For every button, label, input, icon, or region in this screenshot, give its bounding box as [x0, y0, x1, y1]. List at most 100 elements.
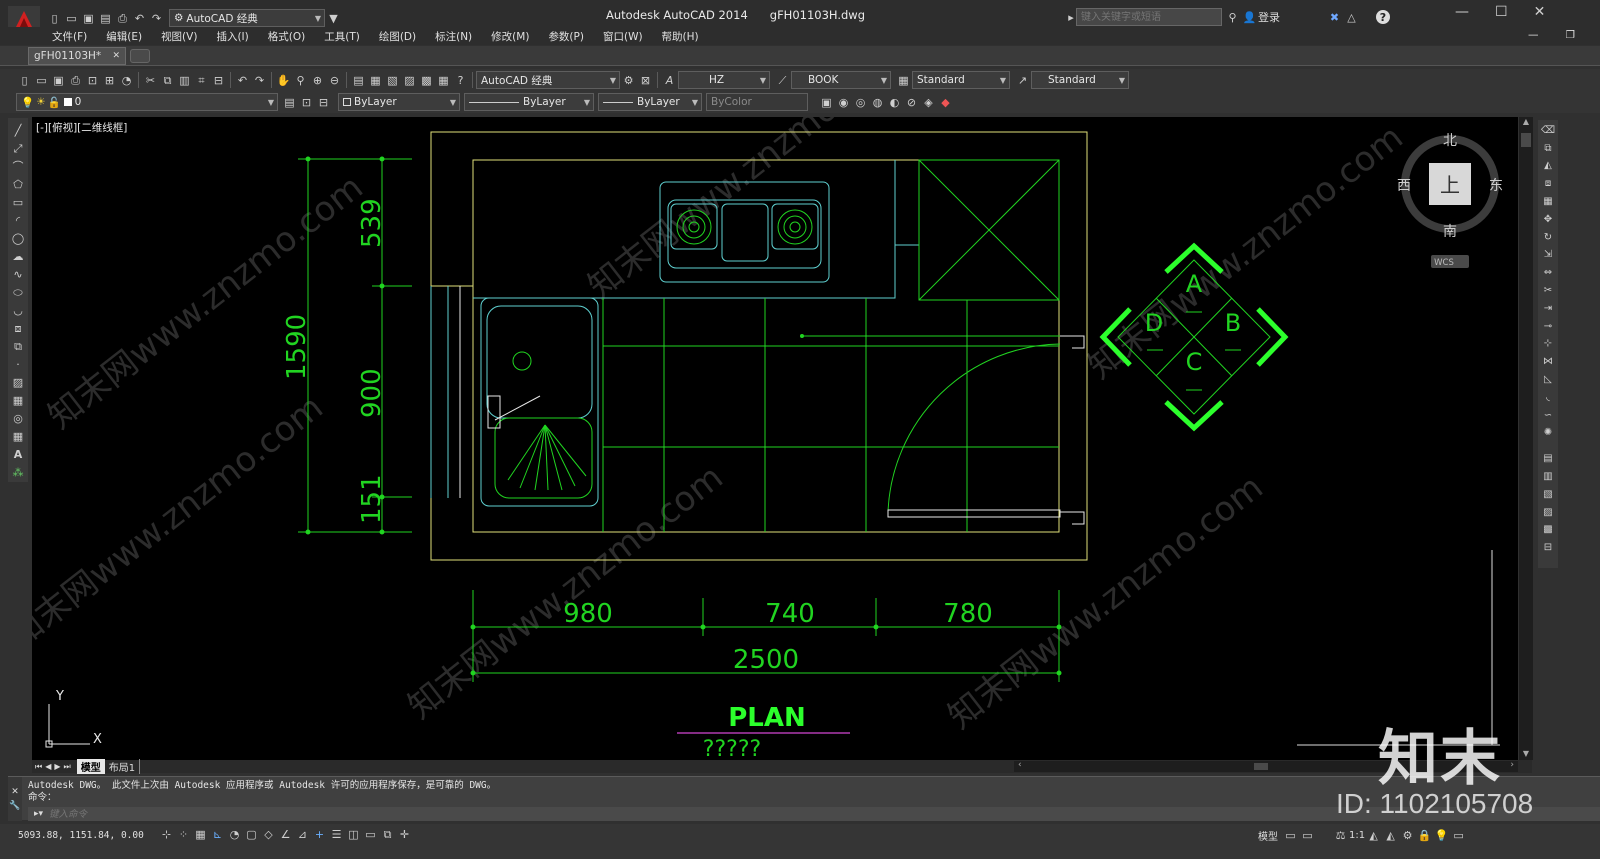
infer-constraints-icon[interactable]: ⊹ [158, 826, 175, 843]
grid-icon[interactable]: ▦ [192, 826, 209, 843]
erase-icon[interactable]: ⌫ [1540, 122, 1557, 140]
scale-icon[interactable]: ⇲ [1540, 247, 1557, 265]
view-icon-6[interactable]: ⊘ [903, 94, 920, 111]
multileader-style-icon[interactable]: ↗ [1014, 72, 1031, 89]
viewcube-north[interactable]: 北 [1443, 133, 1457, 149]
sc-icon[interactable]: ⧉ [379, 826, 396, 843]
rotate-icon[interactable]: ↻ [1540, 229, 1557, 247]
draworder-icon-1[interactable]: ▤ [1540, 450, 1557, 468]
close-icon[interactable]: ✕ [1534, 4, 1546, 20]
redo-icon[interactable]: ↷ [251, 72, 268, 89]
circle-icon[interactable]: ◯ [10, 229, 27, 247]
draworder-icon-3[interactable]: ▧ [1540, 486, 1557, 504]
text-style-icon[interactable]: A [661, 72, 678, 89]
save-icon[interactable]: ▣ [50, 72, 67, 89]
coordinates[interactable]: 5093.88, 1151.84, 0.00 [18, 830, 144, 841]
copy-icon[interactable]: ⧉ [159, 72, 176, 89]
zoom-window-icon[interactable]: ⊕ [309, 72, 326, 89]
menu-item-parametric[interactable]: 参数(P) [548, 29, 584, 44]
annotation-scale-icon[interactable]: ⚖ [1332, 827, 1349, 844]
maximize-icon[interactable]: ☐ [1495, 4, 1508, 20]
next-layout-icon[interactable]: ▶ [54, 762, 60, 771]
redo-icon[interactable]: ↷ [148, 10, 165, 27]
break-point-icon[interactable]: ⊸ [1540, 318, 1557, 336]
multileader-style-combo[interactable]: Standard ▼ [1031, 71, 1129, 89]
break-icon[interactable]: ⊹ [1540, 336, 1557, 354]
view-icon-1[interactable]: ▣ [818, 94, 835, 111]
3d-dwf-icon[interactable]: ◔ [118, 72, 135, 89]
view-icon-7[interactable]: ◈ [920, 94, 937, 111]
menu-item-format[interactable]: 格式(O) [268, 29, 305, 44]
blend-icon[interactable]: ∽ [1540, 407, 1557, 425]
isolate-icon[interactable]: 💡 [1433, 827, 1450, 844]
open-icon[interactable]: ▭ [33, 72, 50, 89]
viewcube-east[interactable]: 东 [1489, 178, 1503, 194]
zoom-previous-icon[interactable]: ⊖ [326, 72, 343, 89]
match-properties-icon[interactable]: ⌗ [193, 72, 210, 89]
help-icon[interactable]: ? [452, 72, 469, 89]
menu-item-help[interactable]: 帮助(H) [662, 29, 699, 44]
viewcube[interactable]: 上 北 南 东 西 WCS [1397, 133, 1503, 268]
scroll-left-icon[interactable]: ‹ [1018, 760, 1022, 770]
copy-object-icon[interactable]: ⧉ [1540, 140, 1557, 158]
insert-block-icon[interactable]: ⧈ [10, 319, 27, 337]
polygon-icon[interactable]: ⬠ [10, 175, 27, 193]
menu-item-edit[interactable]: 编辑(E) [106, 29, 142, 44]
ducs-icon[interactable]: ⊿ [294, 826, 311, 843]
help-icon[interactable]: ? [1376, 10, 1390, 24]
doc-tab-active[interactable]: gFH01103H* ✕ [28, 46, 126, 65]
layer-previous-icon[interactable]: ⊟ [315, 94, 332, 111]
scroll-up-icon[interactable]: ▲ [1519, 117, 1533, 129]
pan-icon[interactable]: ✋ [275, 72, 292, 89]
rectangle-icon[interactable]: ▭ [10, 193, 27, 211]
arc-icon[interactable]: ◜ [10, 211, 27, 229]
autoscale-icon[interactable]: ◭ [1382, 827, 1399, 844]
plot-preview-icon[interactable]: ⊡ [84, 72, 101, 89]
publish-icon[interactable]: ⊞ [101, 72, 118, 89]
view-icon-5[interactable]: ◐ [886, 94, 903, 111]
scroll-right-icon[interactable]: › [1510, 760, 1514, 770]
workspace-combo[interactable]: AutoCAD 经典 ▼ [476, 71, 620, 89]
doc-minimize-icon[interactable]: — [1528, 29, 1539, 41]
view-icon-8[interactable]: ◆ [937, 94, 954, 111]
chamfer-icon[interactable]: ◺ [1540, 371, 1557, 389]
region-icon[interactable]: ◎ [10, 409, 27, 427]
gradient-icon[interactable]: ▦ [10, 391, 27, 409]
first-layout-icon[interactable]: ⏮ [35, 762, 42, 772]
viewcube-west[interactable]: 西 [1397, 178, 1411, 194]
plot-icon[interactable]: ⎙ [67, 72, 84, 89]
stretch-icon[interactable]: ⇔ [1540, 264, 1557, 282]
draworder-icon-5[interactable]: ▩ [1540, 522, 1557, 540]
view-icon-2[interactable]: ◉ [835, 94, 852, 111]
spline-icon[interactable]: ∿ [10, 265, 27, 283]
mirror-icon[interactable]: ◭ [1540, 158, 1557, 176]
save-icon[interactable]: ▣ [80, 10, 97, 27]
stay-connected-icon[interactable]: △ [1343, 9, 1360, 26]
layer-combo[interactable]: 💡 ☀ 🔓 0 ▼ [16, 93, 278, 111]
viewport-label[interactable]: [-][俯视][二维线框] [36, 121, 127, 134]
login-link[interactable]: 登录 [1258, 9, 1280, 25]
polar-icon[interactable]: ◔ [226, 826, 243, 843]
open-file-icon[interactable]: ▭ [63, 10, 80, 27]
doc-restore-icon[interactable]: ❐ [1566, 29, 1575, 41]
tpy-icon[interactable]: ◫ [345, 826, 362, 843]
scroll-thumb-v[interactable] [1521, 133, 1531, 147]
point-icon[interactable]: · [10, 355, 27, 373]
mtext-icon[interactable]: A [10, 445, 27, 463]
workspace-switch-icon[interactable]: ⚙ [1399, 827, 1416, 844]
menu-item-draw[interactable]: 绘图(D) [379, 29, 416, 44]
plot-icon[interactable]: ⎙ [114, 10, 131, 27]
qnew-icon[interactable]: ▯ [16, 72, 33, 89]
quick-view-layouts-icon[interactable]: ▭ [1282, 827, 1299, 844]
table-icon[interactable]: ▦ [10, 427, 27, 445]
view-icon-4[interactable]: ◍ [869, 94, 886, 111]
trim-icon[interactable]: ✂ [1540, 282, 1557, 300]
model-space-label[interactable]: 模型 [1258, 828, 1278, 843]
binoculars-icon[interactable]: ⚲ [1224, 9, 1241, 26]
vertical-scrollbar[interactable]: ▲ ▼ [1519, 117, 1533, 760]
layer-properties-icon[interactable]: ▤ [281, 94, 298, 111]
line-icon[interactable]: ╱ [10, 121, 27, 139]
color-combo[interactable]: ByLayer ▼ [338, 93, 460, 111]
polyline-icon[interactable]: ⌒ [10, 157, 27, 175]
menu-item-window[interactable]: 窗口(W) [603, 29, 643, 44]
